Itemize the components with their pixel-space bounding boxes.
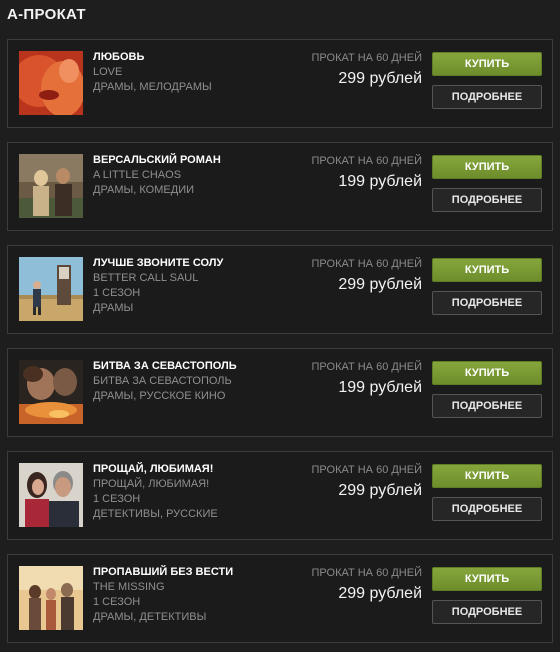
details-button[interactable]: ПОДРОБНЕЕ bbox=[432, 497, 542, 521]
details-button[interactable]: ПОДРОБНЕЕ bbox=[432, 188, 542, 212]
movie-poster[interactable] bbox=[19, 566, 83, 630]
rental-period: ПРОКАТ НА 60 ДНЕЙ bbox=[311, 155, 422, 167]
genres: ДРАМЫ, ДЕТЕКТИВЫ bbox=[93, 611, 207, 623]
details-button[interactable]: ПОДРОБНЕЕ bbox=[432, 600, 542, 624]
buy-button[interactable]: КУПИТЬ bbox=[432, 361, 542, 385]
movie-info: ЛЮБОВЬ LOVE ДРАМЫ, МЕЛОДРАМЫ bbox=[93, 50, 303, 95]
price: 299 рублей bbox=[338, 482, 422, 499]
genres: ДРАМЫ, РУССКОЕ КИНО bbox=[93, 390, 226, 402]
price: 199 рублей bbox=[338, 379, 422, 396]
buy-button[interactable]: КУПИТЬ bbox=[432, 52, 542, 76]
details-button[interactable]: ПОДРОБНЕЕ bbox=[432, 394, 542, 418]
movie-info: ПРОПАВШИЙ БЕЗ ВЕСТИ THE MISSING 1 СЕЗОН … bbox=[93, 565, 303, 625]
genres: ДРАМЫ, КОМЕДИИ bbox=[93, 184, 195, 196]
movie-poster[interactable] bbox=[19, 360, 83, 424]
movie-title[interactable]: ЛУЧШЕ ЗВОНИТЕ СОЛУ bbox=[93, 256, 303, 271]
price-block: ПРОКАТ НА 60 ДНЕЙ 299 рублей bbox=[308, 258, 422, 294]
movie-poster[interactable] bbox=[19, 154, 83, 218]
rental-period: ПРОКАТ НА 60 ДНЕЙ bbox=[311, 52, 422, 64]
movie-card: БИТВА ЗА СЕВАСТОПОЛЬ БИТВА ЗА СЕВАСТОПОЛ… bbox=[7, 348, 553, 437]
movie-poster[interactable] bbox=[19, 51, 83, 115]
price-block: ПРОКАТ НА 60 ДНЕЙ 299 рублей bbox=[308, 567, 422, 603]
genres: ДРАМЫ bbox=[93, 302, 134, 314]
season: 1 СЕЗОН bbox=[93, 596, 141, 608]
buy-button[interactable]: КУПИТЬ bbox=[432, 464, 542, 488]
genres: ДЕТЕКТИВЫ, РУССКИЕ bbox=[93, 508, 218, 520]
season: 1 СЕЗОН bbox=[93, 493, 141, 505]
movie-info: БИТВА ЗА СЕВАСТОПОЛЬ БИТВА ЗА СЕВАСТОПОЛ… bbox=[93, 359, 303, 404]
movie-title[interactable]: ВЕРСАЛЬСКИЙ РОМАН bbox=[93, 153, 303, 168]
rental-period: ПРОКАТ НА 60 ДНЕЙ bbox=[311, 258, 422, 270]
movie-list: ЛЮБОВЬ LOVE ДРАМЫ, МЕЛОДРАМЫ ПРОКАТ НА 6… bbox=[7, 39, 553, 643]
price: 199 рублей bbox=[338, 173, 422, 190]
movie-poster[interactable] bbox=[19, 257, 83, 321]
genres: ДРАМЫ, МЕЛОДРАМЫ bbox=[93, 81, 212, 93]
price-block: ПРОКАТ НА 60 ДНЕЙ 299 рублей bbox=[308, 464, 422, 500]
movie-title[interactable]: ЛЮБОВЬ bbox=[93, 50, 303, 65]
movie-card: ВЕРСАЛЬСКИЙ РОМАН A LITTLE CHAOS ДРАМЫ, … bbox=[7, 142, 553, 231]
details-button[interactable]: ПОДРОБНЕЕ bbox=[432, 85, 542, 109]
rental-period: ПРОКАТ НА 60 ДНЕЙ bbox=[311, 361, 422, 373]
buy-button[interactable]: КУПИТЬ bbox=[432, 155, 542, 179]
price: 299 рублей bbox=[338, 276, 422, 293]
original-title: BETTER CALL SAUL bbox=[93, 272, 199, 284]
original-title: ПРОЩАЙ, ЛЮБИМАЯ! bbox=[93, 478, 210, 490]
movie-title[interactable]: БИТВА ЗА СЕВАСТОПОЛЬ bbox=[93, 359, 303, 374]
movie-card: ПРОЩАЙ, ЛЮБИМАЯ! ПРОЩАЙ, ЛЮБИМАЯ! 1 СЕЗО… bbox=[7, 451, 553, 540]
movie-card: ЛЮБОВЬ LOVE ДРАМЫ, МЕЛОДРАМЫ ПРОКАТ НА 6… bbox=[7, 39, 553, 128]
details-button[interactable]: ПОДРОБНЕЕ bbox=[432, 291, 542, 315]
movie-info: ЛУЧШЕ ЗВОНИТЕ СОЛУ BETTER CALL SAUL 1 СЕ… bbox=[93, 256, 303, 316]
movie-card: ЛУЧШЕ ЗВОНИТЕ СОЛУ BETTER CALL SAUL 1 СЕ… bbox=[7, 245, 553, 334]
movie-card: ПРОПАВШИЙ БЕЗ ВЕСТИ THE MISSING 1 СЕЗОН … bbox=[7, 554, 553, 643]
rental-period: ПРОКАТ НА 60 ДНЕЙ bbox=[311, 464, 422, 476]
season: 1 СЕЗОН bbox=[93, 287, 141, 299]
movie-title[interactable]: ПРОЩАЙ, ЛЮБИМАЯ! bbox=[93, 462, 303, 477]
section-title: А-ПРОКАТ bbox=[7, 6, 86, 23]
price-block: ПРОКАТ НА 60 ДНЕЙ 299 рублей bbox=[308, 52, 422, 88]
original-title: БИТВА ЗА СЕВАСТОПОЛЬ bbox=[93, 375, 232, 387]
movie-info: ПРОЩАЙ, ЛЮБИМАЯ! ПРОЩАЙ, ЛЮБИМАЯ! 1 СЕЗО… bbox=[93, 462, 303, 522]
movie-info: ВЕРСАЛЬСКИЙ РОМАН A LITTLE CHAOS ДРАМЫ, … bbox=[93, 153, 303, 198]
original-title: LOVE bbox=[93, 66, 123, 78]
price-block: ПРОКАТ НА 60 ДНЕЙ 199 рублей bbox=[308, 155, 422, 191]
buy-button[interactable]: КУПИТЬ bbox=[432, 258, 542, 282]
rental-period: ПРОКАТ НА 60 ДНЕЙ bbox=[311, 567, 422, 579]
original-title: A LITTLE CHAOS bbox=[93, 169, 182, 181]
price: 299 рублей bbox=[338, 70, 422, 87]
buy-button[interactable]: КУПИТЬ bbox=[432, 567, 542, 591]
movie-title[interactable]: ПРОПАВШИЙ БЕЗ ВЕСТИ bbox=[93, 565, 303, 580]
original-title: THE MISSING bbox=[93, 581, 165, 593]
price-block: ПРОКАТ НА 60 ДНЕЙ 199 рублей bbox=[308, 361, 422, 397]
price: 299 рублей bbox=[338, 585, 422, 602]
movie-poster[interactable] bbox=[19, 463, 83, 527]
